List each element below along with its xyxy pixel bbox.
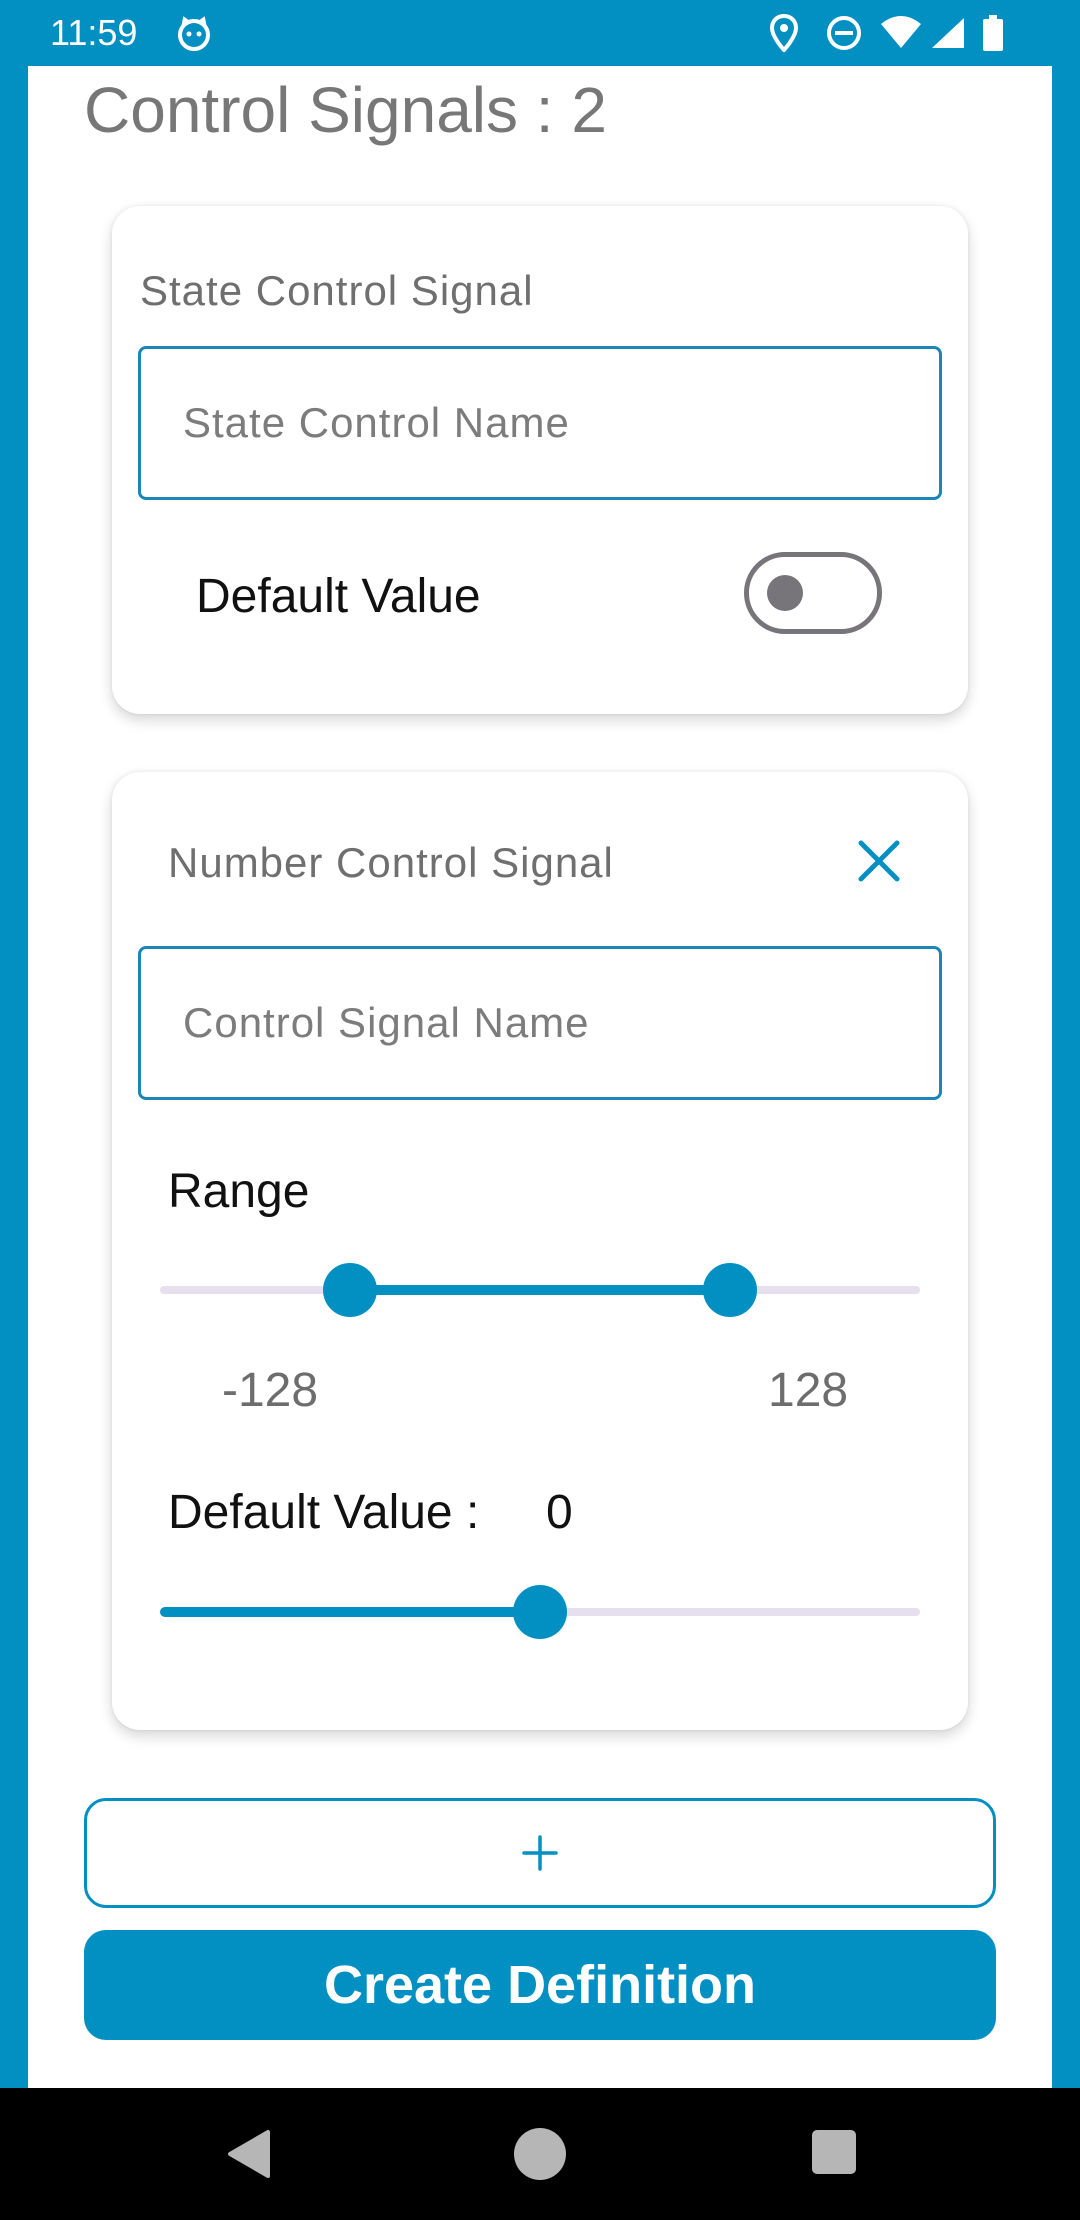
add-signal-button[interactable]	[84, 1798, 996, 1908]
default-value-slider[interactable]	[160, 1584, 920, 1640]
create-definition-button[interactable]: Create Definition	[84, 1930, 996, 2040]
status-bar: 11:59	[0, 0, 1080, 66]
state-default-value-label: Default Value	[196, 570, 481, 623]
state-card-label: State Control Signal	[140, 267, 534, 314]
range-label: Range	[168, 1165, 310, 1218]
state-control-name-input[interactable]	[141, 349, 939, 497]
default-value-thumb[interactable]	[513, 1585, 567, 1639]
back-icon[interactable]	[222, 2126, 278, 2182]
toggle-knob	[767, 575, 803, 611]
location-icon	[764, 14, 804, 52]
cat-icon	[174, 14, 214, 52]
state-control-name-field[interactable]	[138, 346, 942, 500]
plus-icon	[522, 1835, 558, 1871]
wifi-icon	[878, 14, 924, 52]
signal-icon	[928, 14, 968, 52]
default-track-active	[160, 1607, 540, 1617]
range-min-value: -128	[222, 1364, 319, 1417]
navigation-bar	[0, 2088, 1080, 2220]
close-icon[interactable]	[852, 834, 906, 888]
range-high-thumb[interactable]	[703, 1263, 757, 1317]
range-max-value: 128	[768, 1364, 849, 1417]
range-slider[interactable]	[160, 1262, 920, 1318]
page-title: Control Signals : 2	[84, 74, 607, 146]
number-default-value: 0	[546, 1486, 573, 1539]
number-default-value-label: Default Value :	[168, 1486, 480, 1539]
battery-icon	[978, 14, 1008, 52]
control-signal-name-field[interactable]	[138, 946, 942, 1100]
range-track-active	[350, 1285, 730, 1295]
home-icon[interactable]	[514, 2128, 566, 2180]
dnd-icon	[824, 14, 864, 52]
number-card-label: Number Control Signal	[168, 839, 614, 886]
range-low-thumb[interactable]	[323, 1263, 377, 1317]
control-signal-name-input[interactable]	[141, 949, 939, 1097]
status-time: 11:59	[50, 12, 138, 53]
recents-icon[interactable]	[812, 2130, 856, 2174]
default-value-toggle[interactable]	[744, 552, 882, 634]
